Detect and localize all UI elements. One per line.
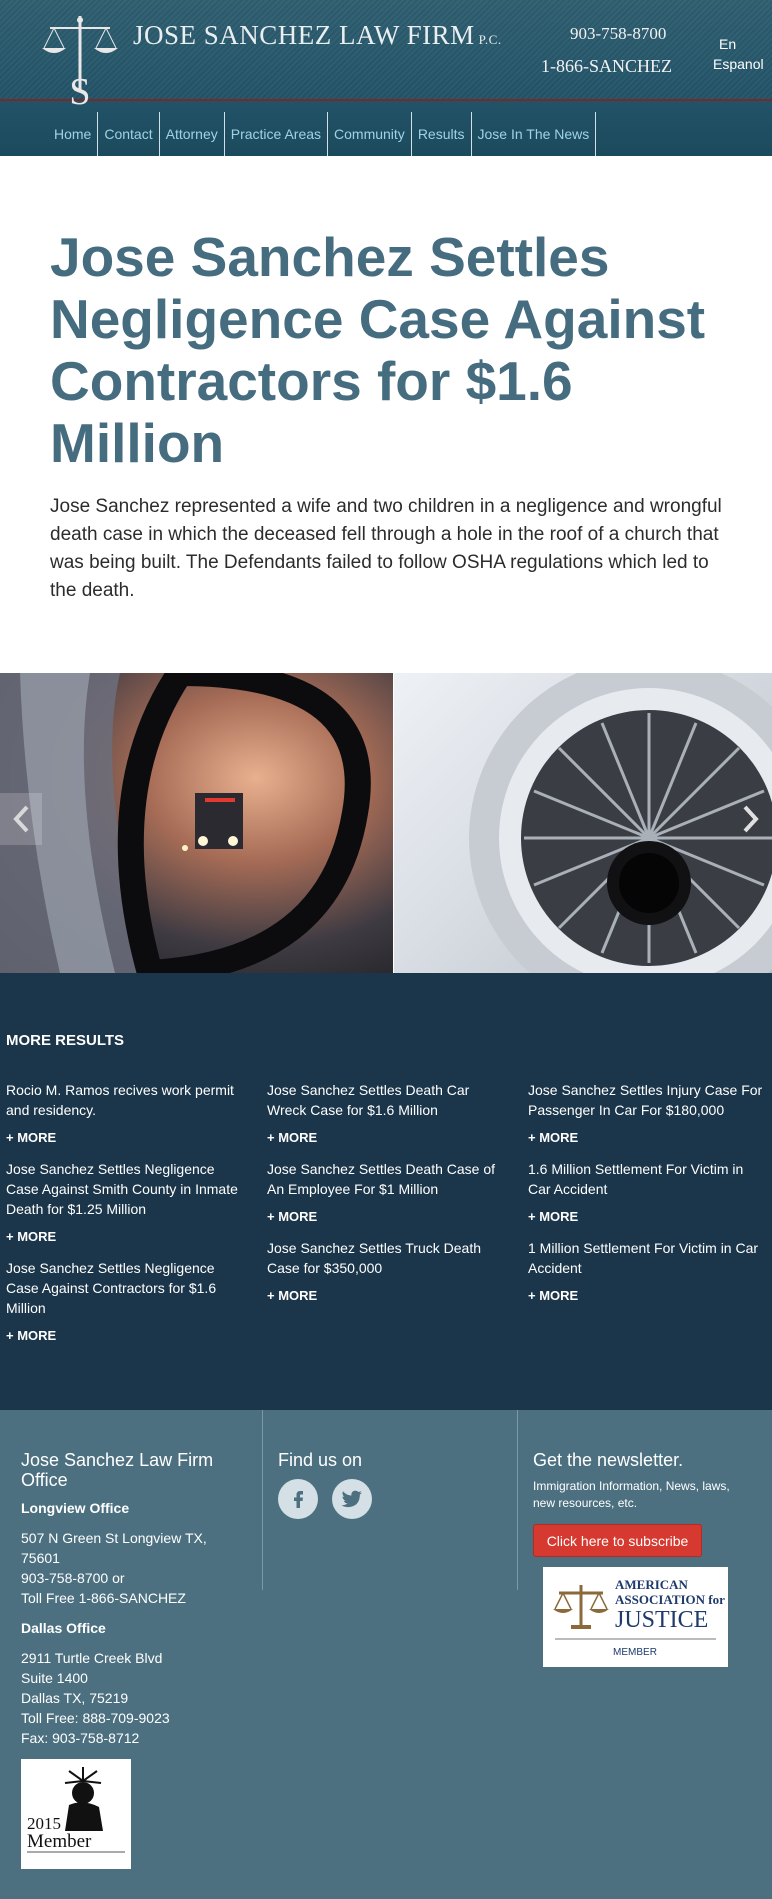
result-title[interactable]: 1.6 Million Settlement For Victim in Car… xyxy=(528,1159,768,1199)
result-title[interactable]: Rocio M. Ramos recives work permit and r… xyxy=(6,1080,246,1120)
more-results-section: MORE RESULTS Rocio M. Ramos recives work… xyxy=(0,973,772,1410)
result-title[interactable]: Jose Sanchez Settles Injury Case For Pas… xyxy=(528,1080,768,1120)
result-item: Rocio M. Ramos recives work permit and r… xyxy=(6,1080,246,1145)
aaj-line2: ASSOCIATION for xyxy=(615,1592,725,1607)
result-item: Jose Sanchez Settles Injury Case For Pas… xyxy=(528,1080,768,1145)
badge-member: Member xyxy=(27,1831,92,1852)
svg-text:S: S xyxy=(69,71,90,107)
result-more-link[interactable]: + MORE xyxy=(267,1288,507,1303)
image-slider[interactable] xyxy=(0,673,772,973)
more-results-heading: MORE RESULTS xyxy=(6,1032,125,1049)
longview-office-address: 507 N Green St Longview TX, 75601 903-75… xyxy=(21,1528,241,1608)
result-title[interactable]: Jose Sanchez Settles Death Car Wreck Cas… xyxy=(267,1080,507,1120)
dallas-office-label: Dallas Office xyxy=(21,1620,106,1636)
fax-line: Fax: 903-758-8712 xyxy=(21,1730,140,1746)
results-column-3: Jose Sanchez Settles Injury Case For Pas… xyxy=(528,1080,768,1317)
result-item: Jose Sanchez Settles Death Car Wreck Cas… xyxy=(267,1080,507,1145)
result-more-link[interactable]: + MORE xyxy=(6,1229,246,1244)
result-more-link[interactable]: + MORE xyxy=(6,1130,246,1145)
firm-name[interactable]: JOSE SANCHEZ LAW FIRM P.C. xyxy=(133,20,502,51)
site-header: S JOSE SANCHEZ LAW FIRM P.C. 903-758-8700… xyxy=(0,0,772,156)
truck-mirror-illustration xyxy=(0,673,371,973)
article-body: Jose Sanchez represented a wife and two … xyxy=(50,496,722,601)
nav-item-results[interactable]: Results xyxy=(412,112,472,156)
nav-item-in-the-news[interactable]: Jose In The News xyxy=(472,112,597,156)
aaj-member-logo[interactable]: AMERICAN ASSOCIATION for JUSTICE MEMBER xyxy=(543,1567,728,1667)
address-line: 507 N Green St Longview TX, xyxy=(21,1530,207,1546)
newsletter-heading: Get the newsletter. xyxy=(533,1450,684,1470)
longview-office-label: Longview Office xyxy=(21,1500,130,1516)
chevron-right-icon xyxy=(743,805,759,833)
facebook-button[interactable] xyxy=(278,1479,318,1519)
twitter-button[interactable] xyxy=(332,1479,372,1519)
aaj-logo: AMERICAN ASSOCIATION for JUSTICE MEMBER xyxy=(553,1577,725,1658)
aaj-line3: JUSTICE xyxy=(615,1607,708,1633)
footer-divider xyxy=(517,1410,518,1590)
result-more-link[interactable]: + MORE xyxy=(6,1328,246,1343)
slide-image-jet-engine xyxy=(394,673,772,973)
result-title[interactable]: Jose Sanchez Settles Truck Death Case fo… xyxy=(267,1238,507,1278)
result-item: Jose Sanchez Settles Death Case of An Em… xyxy=(267,1159,507,1224)
results-column-2: Jose Sanchez Settles Death Car Wreck Cas… xyxy=(267,1080,507,1317)
result-more-link[interactable]: + MORE xyxy=(528,1288,768,1303)
phone-line[interactable]: 903-758-8700 or xyxy=(21,1568,241,1588)
immigration-member-badge[interactable]: 2015 Member xyxy=(21,1759,131,1869)
facebook-icon xyxy=(294,1491,303,1508)
aaj-member: MEMBER xyxy=(613,1647,657,1658)
result-title[interactable]: Jose Sanchez Settles Negligence Case Aga… xyxy=(6,1258,246,1318)
slide-image-truck-mirror xyxy=(0,673,393,973)
slider-prev-button[interactable] xyxy=(0,793,42,845)
nav-item-attorney[interactable]: Attorney xyxy=(160,112,225,156)
office-title: Jose Sanchez Law Firm Office xyxy=(21,1450,214,1490)
firm-name-text: JOSE SANCHEZ LAW FIRM xyxy=(133,20,475,50)
nav-item-community[interactable]: Community xyxy=(328,112,412,156)
result-more-link[interactable]: + MORE xyxy=(267,1130,507,1145)
results-column-1: Rocio M. Ramos recives work permit and r… xyxy=(6,1080,246,1357)
twitter-icon xyxy=(341,1490,362,1508)
footer-divider xyxy=(262,1410,263,1590)
subscribe-button[interactable]: Click here to subscribe xyxy=(533,1524,702,1557)
find-us-heading: Find us on xyxy=(278,1450,363,1470)
address-line: 75601 xyxy=(21,1550,60,1566)
main-nav: Home Contact Attorney Practice Areas Com… xyxy=(44,112,597,156)
jet-engine-illustration xyxy=(469,673,772,973)
statue-of-liberty-icon: 2015 Member xyxy=(27,1767,125,1853)
article-title: Jose Sanchez Settles Negligence Case Aga… xyxy=(50,226,706,474)
scales-logo-icon[interactable]: S xyxy=(36,12,124,107)
nav-item-home[interactable]: Home xyxy=(44,112,99,156)
phone-local[interactable]: 903-758-8700 xyxy=(570,24,666,44)
phone-tollfree[interactable]: 1-866-SANCHEZ xyxy=(541,56,672,77)
address-line: Suite 1400 xyxy=(21,1670,88,1686)
result-title[interactable]: 1 Million Settlement For Victim in Car A… xyxy=(528,1238,768,1278)
phone-line[interactable]: Toll Free: 888-709-9023 xyxy=(21,1708,241,1728)
nav-item-contact[interactable]: Contact xyxy=(98,112,160,156)
language-spanish-link[interactable]: Espanol xyxy=(713,56,764,72)
dallas-office-address: 2911 Turtle Creek Blvd Suite 1400 Dallas… xyxy=(21,1648,241,1748)
result-item: Jose Sanchez Settles Negligence Case Aga… xyxy=(6,1258,246,1343)
slider-next-button[interactable] xyxy=(730,793,772,845)
result-more-link[interactable]: + MORE xyxy=(528,1209,768,1224)
address-line: 2911 Turtle Creek Blvd xyxy=(21,1650,163,1666)
nav-item-practice-areas[interactable]: Practice Areas xyxy=(225,112,329,156)
site-footer: Jose Sanchez Law Firm Office Longview Of… xyxy=(0,1410,772,1899)
result-item: 1 Million Settlement For Victim in Car A… xyxy=(528,1238,768,1303)
result-title[interactable]: Jose Sanchez Settles Death Case of An Em… xyxy=(267,1159,507,1199)
result-item: 1.6 Million Settlement For Victim in Car… xyxy=(528,1159,768,1224)
address-line: Dallas TX, 75219 xyxy=(21,1690,129,1706)
phone-line[interactable]: Toll Free 1-866-SANCHEZ xyxy=(21,1588,241,1608)
firm-suffix: P.C. xyxy=(478,32,502,47)
result-item: Jose Sanchez Settles Truck Death Case fo… xyxy=(267,1238,507,1303)
newsletter-description: Immigration Information, News, laws, new… xyxy=(533,1479,730,1510)
language-english-link[interactable]: En xyxy=(719,36,736,52)
scales-icon xyxy=(553,1585,609,1629)
chevron-left-icon xyxy=(13,805,29,833)
aaj-line1: AMERICAN xyxy=(615,1577,689,1592)
result-more-link[interactable]: + MORE xyxy=(528,1130,768,1145)
result-more-link[interactable]: + MORE xyxy=(267,1209,507,1224)
result-title[interactable]: Jose Sanchez Settles Negligence Case Aga… xyxy=(6,1159,246,1219)
result-item: Jose Sanchez Settles Negligence Case Aga… xyxy=(6,1159,246,1244)
